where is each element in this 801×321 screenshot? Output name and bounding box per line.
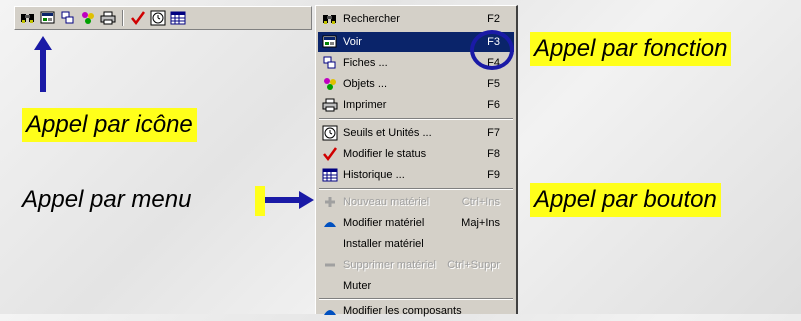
toolbar — [14, 6, 312, 30]
callout-menu-highlight — [255, 186, 265, 216]
binoculars-icon — [322, 11, 338, 27]
grid-icon[interactable] — [169, 9, 187, 27]
clock-icon[interactable] — [149, 9, 167, 27]
menu-item-shortcut: Ctrl+Suppr — [447, 259, 500, 271]
view-icon — [322, 34, 338, 50]
menu-item-rechercher[interactable]: Rechercher F2 — [318, 9, 514, 29]
clock-icon — [322, 125, 338, 141]
checkmark-icon — [322, 146, 338, 162]
menu-item-label: Seuils et Unités ... — [343, 127, 432, 139]
printer-icon[interactable] — [99, 9, 117, 27]
menu-separator — [319, 298, 513, 300]
menu-item-shortcut: F7 — [487, 127, 500, 139]
menu-item-label: Objets ... — [343, 78, 388, 90]
triangle-icon — [322, 215, 338, 231]
menu-item-shortcut: F5 — [487, 78, 500, 90]
menu-item-label: Fiches ... — [343, 57, 388, 69]
menu-item-shortcut: F8 — [487, 148, 500, 160]
right-arrow-icon — [265, 191, 314, 209]
menu-item-muter[interactable]: Muter — [318, 276, 514, 296]
cards-icon — [322, 55, 338, 71]
menu-separator — [319, 118, 513, 120]
grid-icon — [322, 167, 338, 183]
menu-item-imprimer[interactable]: Imprimer F6 — [318, 95, 514, 115]
menu-item-shortcut: Ctrl+Ins — [461, 196, 500, 208]
menu-item-label: Historique ... — [343, 169, 405, 181]
highlight-circle — [470, 30, 514, 70]
menu-item-label: Voir — [343, 36, 362, 48]
menu-item-label: Imprimer — [343, 99, 387, 111]
menu-item-label: Rechercher — [343, 13, 400, 25]
triangle-icon — [322, 303, 338, 319]
menu-item-label: Modifier le status — [343, 148, 427, 160]
binoculars-icon[interactable] — [19, 9, 37, 27]
menu-item-label: Installer matériel — [343, 238, 424, 250]
callout-button: Appel par bouton — [530, 183, 721, 217]
callout-function: Appel par fonction — [530, 32, 732, 66]
minus-icon — [322, 257, 338, 273]
callout-icon: Appel par icône — [22, 108, 197, 142]
menu-item-label: Modifier les composants — [343, 305, 462, 317]
plus-icon — [322, 194, 338, 210]
cards-icon[interactable] — [59, 9, 77, 27]
menu-item-historique[interactable]: Historique ... F9 — [318, 165, 514, 185]
menu-item-label: Muter — [343, 280, 372, 292]
view-icon[interactable] — [39, 9, 57, 27]
menu-item-objets[interactable]: Objets ... F5 — [318, 74, 514, 94]
callout-menu-text: Appel par menu — [18, 183, 195, 217]
menu-item-label: Supprimer matériel — [343, 259, 436, 271]
menu-item-modifier-status[interactable]: Modifier le status F8 — [318, 144, 514, 164]
menu-item-nouveau-materiel[interactable]: Nouveau matériel Ctrl+Ins — [318, 192, 514, 212]
up-arrow-icon — [34, 36, 52, 92]
menu-separator — [319, 188, 513, 190]
menu-item-shortcut: F6 — [487, 99, 500, 111]
callout-menu: Appel par menu — [22, 186, 192, 213]
menu-item-label: Nouveau matériel — [343, 196, 430, 208]
menu-item-shortcut: Maj+Ins — [461, 217, 500, 229]
checkmark-icon[interactable] — [129, 9, 147, 27]
menu-item-shortcut: F9 — [487, 169, 500, 181]
menu-item-supprimer-materiel[interactable]: Supprimer matériel Ctrl+Suppr — [318, 255, 514, 275]
objects-icon[interactable] — [79, 9, 97, 27]
menu-item-label: Modifier matériel — [343, 217, 425, 229]
menu-item-modifier-materiel[interactable]: Modifier matériel Maj+Ins — [318, 213, 514, 233]
menu-item-shortcut: F2 — [487, 13, 500, 25]
menu-item-modifier-composants[interactable]: Modifier les composants — [318, 301, 514, 321]
printer-icon — [322, 97, 338, 113]
menu-item-seuils[interactable]: Seuils et Unités ... F7 — [318, 123, 514, 143]
toolbar-separator — [122, 10, 124, 26]
objects-icon — [322, 76, 338, 92]
menu-item-installer-materiel[interactable]: Installer matériel — [318, 234, 514, 254]
